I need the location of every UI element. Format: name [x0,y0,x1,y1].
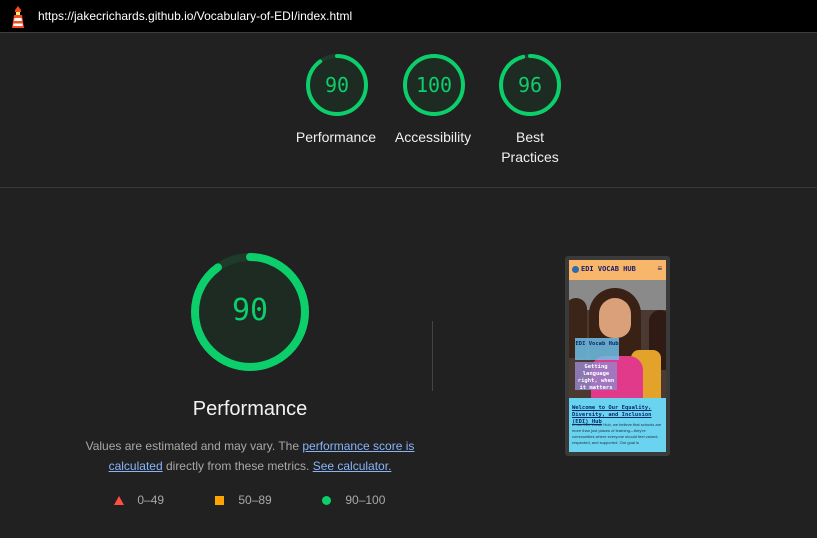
browser-url-bar: https://jakecrichards.github.io/Vocabula… [0,0,817,33]
legend-fail-range: 0–49 [137,493,165,507]
score-legend: 0–49 50–89 90–100 [0,493,500,509]
globe-icon [572,266,579,273]
desc-middle: directly from these metrics. [162,459,313,473]
performance-score-large: 90 [231,293,269,328]
hamburger-menu-icon: ≡ [657,264,662,273]
lighthouse-icon [12,6,24,28]
vertical-separator [432,321,433,391]
see-calculator-link[interactable]: See calculator. [313,459,392,473]
pass-circle-icon [322,496,331,505]
thumbnail-header: EDI VOCAB HUB ≡ [569,260,666,280]
performance-gauge-small[interactable]: 90 [304,52,370,118]
performance-description: Values are estimated and may vary. The p… [80,436,420,476]
section-divider [0,187,817,188]
thumbnail-hero-image: EDI Vocab Hub Getting language right, wh… [569,280,666,398]
desc-prefix: Values are estimated and may vary. The [85,439,303,453]
thumbnail-brand: EDI VOCAB HUB [581,265,636,273]
page-url[interactable]: https://jakecrichards.github.io/Vocabula… [38,9,352,23]
average-square-icon [215,496,224,505]
thumbnail-screen: EDI VOCAB HUB ≡ EDI Vocab Hub Getting la… [569,260,666,452]
accessibility-score: 100 [415,73,453,97]
fail-triangle-icon [114,496,124,505]
accessibility-gauge-label[interactable]: Accessibility [383,127,483,147]
page-screenshot-thumbnail[interactable]: EDI VOCAB HUB ≡ EDI Vocab Hub Getting la… [565,256,670,456]
thumbnail-caption-title: EDI Vocab Hub [575,338,619,360]
accessibility-gauge-small[interactable]: 100 [401,52,467,118]
performance-title: Performance [192,398,308,420]
thumbnail-caption-tagline: Getting language right, when it matters [575,362,617,391]
performance-score-small: 90 [324,73,350,97]
best-practices-score: 96 [517,73,543,97]
legend-average-range: 50–89 [238,493,272,507]
legend-pass-range: 90–100 [345,493,386,507]
performance-gauge-label[interactable]: Performance [286,127,386,147]
performance-gauge-large: 90 [190,252,310,372]
legend-fail: 0–49 [114,493,164,507]
thumbnail-body-text: In our EDI Vocab Hub, we believe that sc… [572,422,662,445]
legend-average: 50–89 [215,493,272,507]
best-practices-gauge-small[interactable]: 96 [497,52,563,118]
legend-pass: 90–100 [322,493,385,507]
best-practices-gauge-label[interactable]: Best Practices [490,127,570,167]
